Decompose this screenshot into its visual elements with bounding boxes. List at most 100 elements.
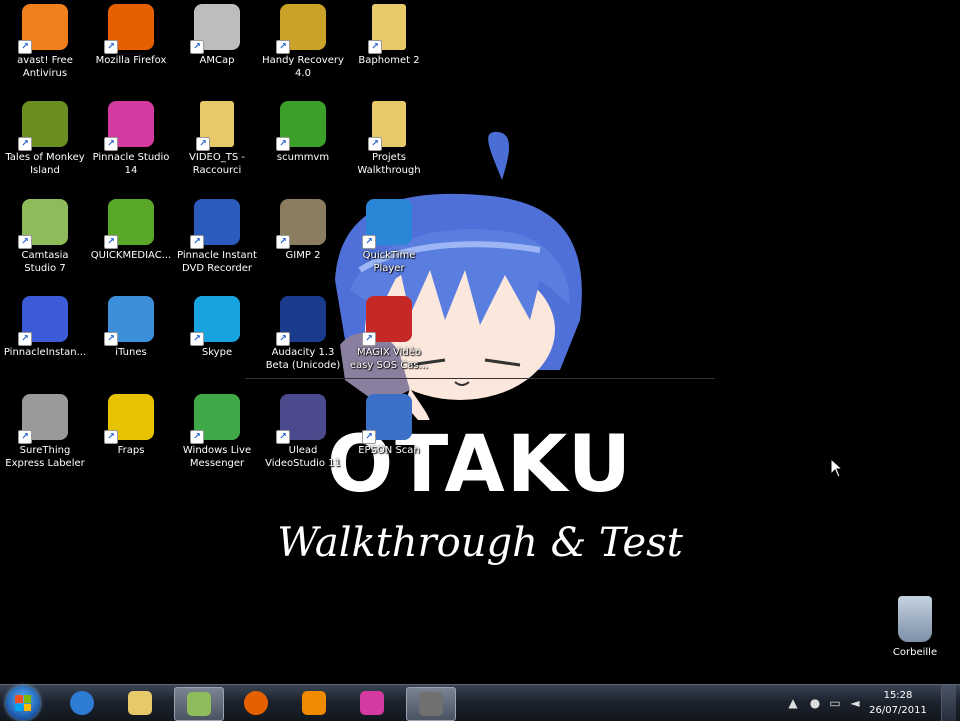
start-button[interactable] — [6, 686, 40, 720]
desktop-icon[interactable]: ↗ Tales of Monkey Island — [0, 97, 90, 183]
shortcut-arrow-icon: ↗ — [196, 137, 210, 151]
shortcut-arrow-icon: ↗ — [18, 430, 32, 444]
tray-app-icon[interactable]: ● — [808, 696, 822, 710]
network-icon[interactable]: ▭ — [828, 696, 842, 710]
show-hidden-icons-icon[interactable]: ▲ — [786, 696, 800, 710]
shortcut-arrow-icon: ↗ — [18, 235, 32, 249]
desktop-icon[interactable]: ↗ Audacity 1.3 Beta (Unicode) — [258, 292, 348, 378]
taskbar-button[interactable] — [406, 687, 456, 721]
desktop-icon-label: QUICKMEDIAC... — [90, 250, 172, 261]
clock-date: 26/07/2011 — [869, 705, 927, 716]
recycle-bin-icon — [898, 596, 932, 642]
desktop-icon[interactable]: ↗ PinnacleInstan... — [0, 292, 90, 378]
taskbar-button[interactable] — [290, 687, 338, 719]
desktop-icon-label: Audacity 1.3 Beta (Unicode) — [265, 347, 341, 371]
shortcut-arrow-icon: ↗ — [362, 332, 376, 346]
desktop-icon[interactable]: ↗ Ulead VideoStudio 11 — [258, 390, 348, 476]
desktop-icon[interactable]: ↗ iTunes — [86, 292, 176, 378]
desktop-icon-label: Camtasia Studio 7 — [21, 250, 69, 274]
mouse-cursor-icon — [830, 458, 844, 478]
desktop-icon-label: SureThing Express Labeler — [5, 445, 85, 469]
desktop-icon[interactable]: ↗ GIMP 2 — [258, 195, 348, 281]
desktop-icon[interactable]: ↗ Pinnacle Studio 14 — [86, 97, 176, 183]
shortcut-arrow-icon: ↗ — [190, 40, 204, 54]
epson-scan-icon: ↗ — [362, 394, 412, 444]
desktop-icon-recycle-bin[interactable]: Corbeille — [870, 592, 960, 678]
desktop-icon[interactable]: ↗ Projets Walkthrough — [344, 97, 434, 183]
desktop-icon[interactable]: ↗ QUICKMEDIAC... — [86, 195, 176, 281]
shortcut-arrow-icon: ↗ — [18, 137, 32, 151]
shortcut-arrow-icon: ↗ — [104, 430, 118, 444]
pinnacle-studio-icon — [360, 691, 384, 715]
desktop-icon[interactable]: ↗ Mozilla Firefox — [86, 0, 176, 86]
desktop-icon-label: Handy Recovery 4.0 — [262, 55, 344, 79]
wallpaper-divider — [245, 378, 715, 379]
taskbar-button[interactable] — [116, 687, 164, 719]
firefox-icon — [244, 691, 268, 715]
shortcut-arrow-icon: ↗ — [18, 40, 32, 54]
desktop-icon-label: Windows Live Messenger — [182, 445, 252, 469]
desktop-icon[interactable]: ↗ Baphomet 2 — [344, 0, 434, 86]
taskbar-button[interactable] — [58, 687, 106, 719]
desktop-icon[interactable]: ↗ AMCap — [172, 0, 262, 86]
desktop-icon[interactable]: ↗ scummvm — [258, 97, 348, 183]
shortcut-arrow-icon: ↗ — [190, 430, 204, 444]
pinnacle-studio-icon: ↗ — [104, 101, 154, 151]
shortcut-arrow-icon: ↗ — [276, 235, 290, 249]
desktop-icon-label: QuickTime Player — [362, 250, 416, 274]
desktop-icon-label: PinnacleInstan... — [3, 347, 87, 358]
show-desktop-button[interactable] — [941, 685, 956, 721]
desktop-icon[interactable]: ↗ Skype — [172, 292, 262, 378]
shortcut-arrow-icon: ↗ — [104, 40, 118, 54]
gimp-icon: ↗ — [276, 199, 326, 249]
taskbar-button[interactable] — [232, 687, 280, 719]
taskbar-button[interactable] — [174, 687, 224, 721]
itunes-icon: ↗ — [104, 296, 154, 346]
desktop-icon-label: Pinnacle Studio 14 — [92, 152, 170, 176]
skype-icon: ↗ — [190, 296, 240, 346]
clock[interactable]: 15:28 26/07/2011 — [868, 688, 928, 718]
audacity-icon: ↗ — [276, 296, 326, 346]
desktop-icon[interactable]: ↗ VIDEO_TS - Raccourci — [172, 97, 262, 183]
folder-icon: ↗ — [196, 101, 234, 151]
desktop-icon-label: avast! Free Antivirus — [17, 55, 73, 79]
desktop-icon[interactable]: ↗ Windows Live Messenger — [172, 390, 262, 476]
explorer-icon — [128, 691, 152, 715]
desktop-icon[interactable]: ↗ SureThing Express Labeler — [0, 390, 90, 476]
camtasia-icon — [187, 692, 211, 716]
desktop-icon[interactable]: ↗ Camtasia Studio 7 — [0, 195, 90, 281]
desktop-icon-label: scummvm — [276, 152, 330, 163]
monkey-island-icon: ↗ — [18, 101, 68, 151]
scummvm-icon: ↗ — [276, 101, 326, 151]
amcap-icon: ↗ — [190, 4, 240, 54]
messenger-icon: ↗ — [190, 394, 240, 444]
clock-time: 15:28 — [883, 690, 913, 701]
desktop-icon-label: Fraps — [117, 445, 145, 456]
desktop-icon-label: Projets Walkthrough — [357, 152, 421, 176]
surething-icon: ↗ — [18, 394, 68, 444]
desktop-icon[interactable]: ↗ EPSON Scan — [344, 390, 434, 476]
desktop-icon-label: GIMP 2 — [285, 250, 321, 261]
desktop[interactable]: OTAKU Walkthrough & Test ↗ avast! Free An… — [0, 0, 960, 684]
desktop-icon[interactable]: ↗ Fraps — [86, 390, 176, 476]
windows-logo-icon — [15, 695, 31, 711]
taskbar-button[interactable] — [348, 687, 396, 719]
wallpaper-subtitle: Walkthrough & Test — [277, 520, 683, 566]
desktop-icon-label: MAGIX Vidéo easy SOS Cas... — [349, 347, 429, 371]
desktop-icon[interactable]: ↗ MAGIX Vidéo easy SOS Cas... — [344, 292, 434, 378]
volume-icon[interactable]: ◄ — [848, 696, 862, 710]
shortcut-arrow-icon: ↗ — [368, 40, 382, 54]
folder-icon: ↗ — [368, 4, 406, 54]
desktop-icon[interactable]: ↗ avast! Free Antivirus — [0, 0, 90, 86]
desktop-icon[interactable]: ↗ QuickTime Player — [344, 195, 434, 281]
pinnacle-dvd-icon: ↗ — [190, 199, 240, 249]
shortcut-arrow-icon: ↗ — [18, 332, 32, 346]
system-tray: ▲ ● ▭ ◄ 15:28 26/07/2011 — [776, 685, 956, 721]
desktop-icon[interactable]: ↗ Pinnacle Instant DVD Recorder — [172, 195, 262, 281]
shortcut-arrow-icon: ↗ — [190, 235, 204, 249]
fraps-icon: ↗ — [104, 394, 154, 444]
desktop-icon-label: Baphomet 2 — [358, 55, 420, 66]
shortcut-arrow-icon: ↗ — [362, 235, 376, 249]
shortcut-arrow-icon: ↗ — [276, 40, 290, 54]
desktop-icon[interactable]: ↗ Handy Recovery 4.0 — [258, 0, 348, 86]
